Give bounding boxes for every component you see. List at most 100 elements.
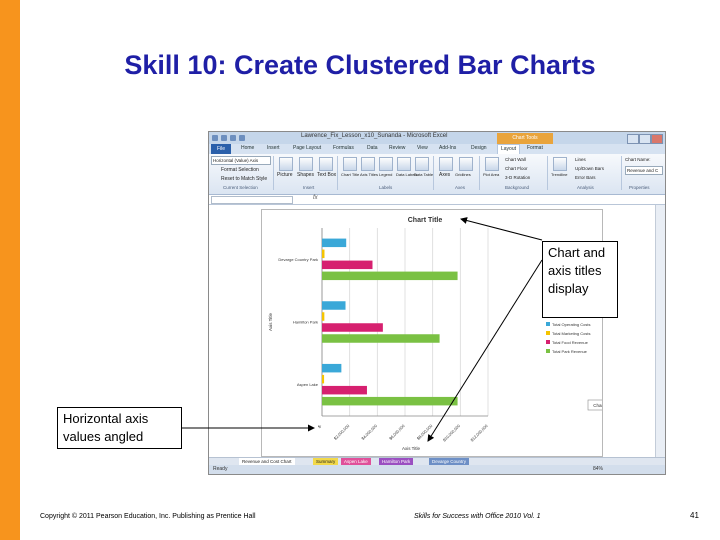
tab-view[interactable]: View <box>417 145 428 151</box>
plot-area-icon[interactable] <box>485 157 499 171</box>
group-current-selection: Current Selection <box>223 185 258 190</box>
tab-home[interactable]: Home <box>241 145 254 151</box>
page-number: 41 <box>690 511 699 520</box>
axes-icon[interactable] <box>439 157 453 171</box>
error-bars-button[interactable]: Error Bars <box>575 175 596 180</box>
tick-label: $12,000,000 <box>469 423 489 443</box>
redo-icon[interactable] <box>239 135 245 141</box>
legend-swatch <box>546 322 550 326</box>
chart-title-icon[interactable] <box>343 157 357 171</box>
tick-label: $8,000,000 <box>416 423 434 441</box>
slide-accent-bar <box>0 0 20 540</box>
legend-entry: Total Food Revenue <box>552 340 589 345</box>
chart-title-button[interactable]: Chart Title <box>341 172 359 177</box>
axis-titles-icon[interactable] <box>361 157 375 171</box>
bar <box>322 385 367 395</box>
bar <box>322 271 458 281</box>
tab-page-layout[interactable]: Page Layout <box>293 145 321 151</box>
tick-label: $- <box>317 423 324 430</box>
axis-titles-button[interactable]: Axis Titles <box>360 172 378 177</box>
group-axes: Axes <box>455 185 466 190</box>
callout-titles: Chart and axis titles display <box>542 241 618 318</box>
bar <box>322 363 342 373</box>
chart-area-tooltip: Chart Area <box>593 403 602 408</box>
ribbon-separator <box>337 156 338 190</box>
reset-style-button[interactable]: Reset to Match Style <box>221 176 267 182</box>
shapes-icon[interactable] <box>299 157 313 171</box>
gridlines-button[interactable]: Gridlines <box>455 172 471 177</box>
legend-button[interactable]: Legend <box>379 172 392 177</box>
category-label: Devarge Country Park <box>278 257 318 262</box>
zoom-level[interactable]: 84% <box>593 466 603 472</box>
chart-wall-button[interactable]: Chart Wall <box>505 157 526 162</box>
gridlines-icon[interactable] <box>459 157 473 171</box>
chart-elements-select[interactable]: Horizontal (Value) Axis <box>211 156 271 165</box>
bar <box>322 334 440 343</box>
tab-formulas[interactable]: Formulas <box>333 145 354 151</box>
tab-design[interactable]: Design <box>471 145 487 151</box>
tab-add-ins[interactable]: Add-Ins <box>439 145 456 151</box>
save-icon[interactable] <box>221 135 227 141</box>
trendline-button[interactable]: Trendline <box>551 172 568 177</box>
picture-label: Picture <box>277 172 293 178</box>
bar <box>322 396 458 406</box>
up-down-bars-button[interactable]: Up/Down Bars <box>575 166 604 171</box>
bar <box>322 312 325 321</box>
data-table-button[interactable]: Data Table <box>414 172 433 177</box>
tab-format[interactable]: Format <box>527 145 543 151</box>
maximize-button[interactable] <box>639 134 651 144</box>
group-insert: Insert <box>303 185 315 190</box>
tab-data[interactable]: Data <box>367 145 378 151</box>
chart-title: Chart Title <box>408 217 443 224</box>
ribbon-separator <box>273 156 274 190</box>
axes-button[interactable]: Axes <box>439 172 450 178</box>
tab-layout[interactable]: Layout <box>497 144 521 154</box>
excel-logo-icon <box>212 135 218 141</box>
minimize-button[interactable] <box>627 134 639 144</box>
close-button[interactable] <box>651 134 663 144</box>
bar <box>322 323 383 332</box>
status-bar: Ready 84% <box>209 465 665 474</box>
ribbon-separator <box>479 156 480 190</box>
slide-title: Skill 10: Create Clustered Bar Charts <box>124 50 596 80</box>
window-title: Lawrence_Fix_Lesson_x10_Sunanda - Micros… <box>301 133 448 139</box>
chart-name-input[interactable]: Revenue and C <box>625 166 663 175</box>
lines-button[interactable]: Lines <box>575 157 586 162</box>
undo-icon[interactable] <box>230 135 236 141</box>
bar <box>322 260 373 270</box>
legend-icon[interactable] <box>379 157 393 171</box>
format-selection-button[interactable]: Format Selection <box>221 167 259 173</box>
ribbon-separator <box>433 156 434 190</box>
ribbon-tabs: File Home Insert Page Layout Formulas Da… <box>209 144 665 154</box>
group-properties: Properties <box>629 185 650 190</box>
plot-area-button[interactable]: Plot Area <box>483 172 499 177</box>
data-labels-icon[interactable] <box>397 157 411 171</box>
fx-icon: fx <box>313 195 318 201</box>
data-table-icon[interactable] <box>415 157 429 171</box>
ribbon-separator <box>621 156 622 190</box>
ribbon-separator <box>547 156 548 190</box>
rotation-button[interactable]: 3-D Rotation <box>505 175 530 180</box>
vertical-scrollbar[interactable] <box>655 205 665 457</box>
chart-floor-button[interactable]: Chart Floor <box>505 166 528 171</box>
callout-values: Horizontal axis values angled <box>57 407 182 449</box>
name-box[interactable] <box>211 196 293 204</box>
tick-label: $4,000,000 <box>360 423 378 441</box>
horizontal-axis-title: Axis Title <box>402 446 421 451</box>
title-bar: Lawrence_Fix_Lesson_x10_Sunanda - Micros… <box>209 132 665 144</box>
text-box-icon[interactable] <box>319 157 333 171</box>
tab-file[interactable]: File <box>211 144 231 154</box>
category-label: Hamilton Park <box>293 320 318 325</box>
tick-label: $10,000,000 <box>442 423 462 443</box>
group-analysis: Analysis <box>577 185 594 190</box>
group-background: Background <box>505 185 530 190</box>
tab-review[interactable]: Review <box>389 145 405 151</box>
legend-swatch <box>546 331 550 335</box>
trendline-icon[interactable] <box>553 157 567 171</box>
picture-icon[interactable] <box>279 157 293 171</box>
tab-insert[interactable]: Insert <box>267 145 280 151</box>
group-labels: Labels <box>379 185 393 190</box>
bar <box>322 374 325 384</box>
category-label: Aspen Lake <box>297 382 319 387</box>
bar <box>322 249 325 259</box>
